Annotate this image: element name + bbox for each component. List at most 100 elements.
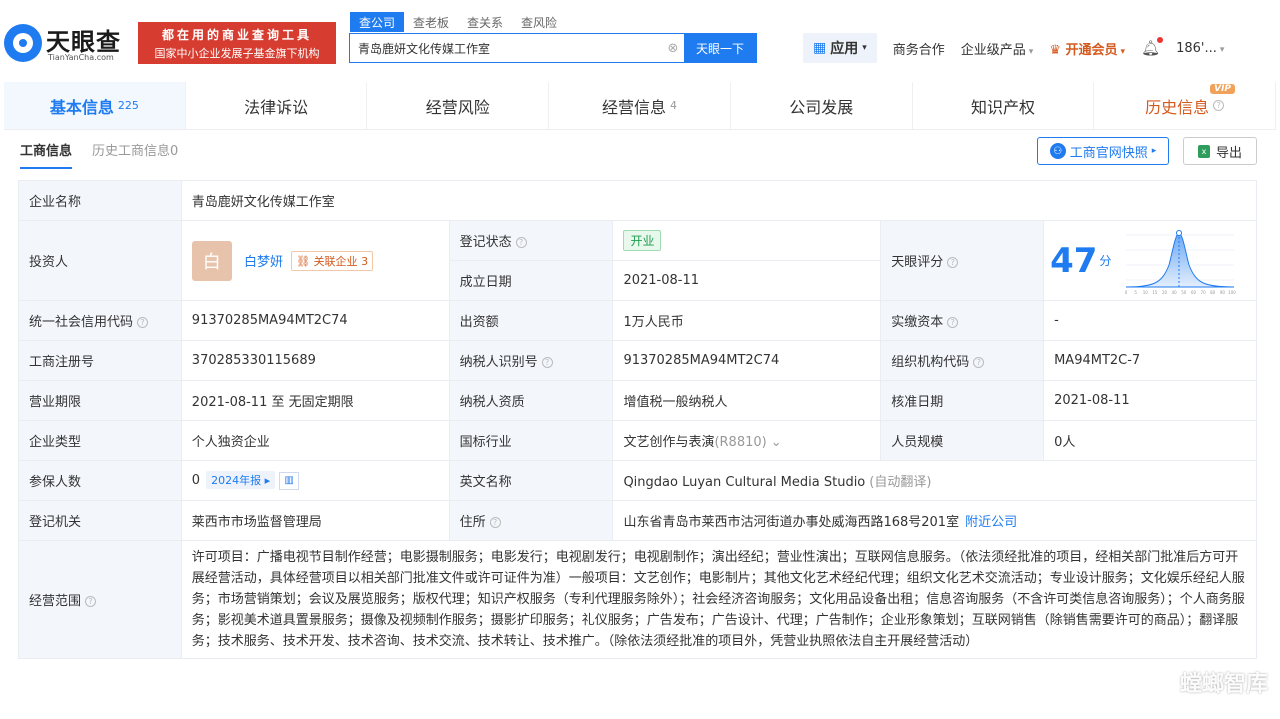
help-icon[interactable]: ?	[137, 317, 149, 328]
search-button[interactable]: 天眼一下	[684, 34, 756, 62]
tab-development[interactable]: 公司发展	[731, 82, 913, 129]
caret-down-icon: ▾	[1028, 46, 1034, 57]
label-score: 天眼评分?	[880, 220, 1045, 301]
paid-capital: -	[1043, 300, 1257, 341]
user-menu[interactable]: 186'... ▾	[1176, 41, 1224, 56]
search-tab-company[interactable]: 查公司	[350, 12, 405, 32]
help-icon[interactable]: ?	[947, 257, 959, 268]
watermark: 螳螂智库	[1179, 672, 1268, 697]
table-row: 企业类型 个人独资企业 国标行业 文艺创作与表演(R8810) ⌄ 人员规模 0人	[18, 420, 1257, 461]
help-icon[interactable]: ?	[489, 517, 501, 528]
crown-icon: ♛	[1049, 42, 1061, 58]
export-label: 导出	[1215, 145, 1242, 161]
address-cell: 山东省青岛市莱西市沽河街道办事处威海西路168号201室 附近公司	[612, 500, 1257, 541]
label-staff: 人员规模	[880, 420, 1045, 461]
related-count: 3	[361, 254, 369, 268]
english-name: Qingdao Luyan Cultural Media Studio	[623, 475, 866, 490]
label-credit-code: 统一社会信用代码?	[18, 300, 182, 341]
search-tabs: 查公司 查老板 查关系 查风险	[350, 12, 566, 32]
score-tick-label: 0	[1124, 290, 1127, 295]
investor-name[interactable]: 白梦妍	[244, 255, 283, 270]
help-icon[interactable]: ?	[85, 596, 97, 607]
help-icon[interactable]: ?	[947, 317, 959, 328]
enterprise-menu[interactable]: 企业级产品 ▾	[961, 39, 1034, 58]
label-authority: 登记机关	[18, 500, 182, 541]
search-box: ⊗ 天眼一下	[349, 33, 757, 63]
label-company-name: 企业名称	[18, 180, 182, 221]
official-snapshot-button[interactable]: ⚇ 工商官网快照 ▸	[1037, 137, 1169, 165]
export-button[interactable]: x 导出	[1183, 137, 1257, 165]
score-tick-label: 80	[1210, 290, 1216, 295]
bell-icon[interactable]: 🔔︎	[1141, 37, 1164, 57]
label-english: 英文名称	[448, 460, 614, 501]
year-report-dropdown[interactable]: 2024年报 ▸	[206, 471, 276, 490]
search-input[interactable]	[350, 34, 662, 62]
label-scope: 经营范围?	[18, 540, 182, 659]
related-label: 关联企业	[313, 254, 358, 268]
tab-history[interactable]: 历史信息? VIP	[1094, 82, 1277, 129]
main-tabs: 基本信息 225 法律诉讼 经营风险 经营信息 4 公司发展 知识产权 历史信息? V…	[4, 82, 1277, 130]
label-type: 企业类型	[18, 420, 182, 461]
industry-cell[interactable]: 文艺创作与表演(R8810) ⌄	[612, 420, 882, 461]
english-cell: Qingdao Luyan Cultural Media Studio (自动翻译…	[612, 460, 1257, 501]
tab-ip[interactable]: 知识产权	[913, 82, 1095, 129]
business-link[interactable]: 商务合作	[893, 39, 945, 58]
label-founded: 成立日期	[448, 260, 614, 301]
help-icon[interactable]: ?	[973, 357, 985, 368]
label-capital: 出资额	[448, 300, 614, 341]
company-type: 个人独资企业	[180, 420, 450, 461]
tab-legal[interactable]: 法律诉讼	[186, 82, 368, 129]
label-status: 登记状态?	[448, 220, 614, 261]
nearby-companies-link[interactable]: 附近公司	[965, 515, 1017, 530]
excel-icon: x	[1197, 144, 1210, 158]
credit-code: 91370285MA94MT2C74	[180, 300, 450, 341]
table-row: 企业名称 青岛鹿妍文化传媒工作室	[18, 180, 1258, 221]
investor-cell: 白 白梦妍 ⛓︎ 关联企业 3	[180, 220, 450, 301]
score-tick-label: 10	[1142, 290, 1148, 295]
tab-risk[interactable]: 经营风险	[367, 82, 550, 129]
label-term: 营业期限	[18, 380, 182, 421]
search-tab-risk[interactable]: 查风险	[512, 12, 566, 32]
subtab-history-business-info[interactable]: 历史工商信息0	[92, 140, 178, 169]
score-tick-label: 70	[1200, 290, 1206, 295]
link-icon: ⛓︎	[296, 254, 311, 268]
authority: 莱西市市场监督管理局	[180, 500, 450, 541]
caret-down-icon: ▾	[862, 43, 867, 53]
vip-menu[interactable]: ♛ 开通会员 ▾	[1049, 39, 1125, 58]
table-row: 工商注册号 370285330115689 纳税人识别号? 91370285MA…	[18, 340, 1257, 381]
logo-domain: TianYanCha.com	[48, 53, 114, 62]
scope-cell: 许可项目：广播电视节目制作经营；电影摄制服务；电影发行；电视剧发行；电视剧制作；…	[180, 540, 1258, 659]
bar-chart-icon[interactable]: ▥	[279, 471, 300, 490]
term: 2021-08-11 至 无固定期限	[180, 380, 450, 421]
tab-basic-info[interactable]: 基本信息 225	[4, 82, 186, 129]
status-label-text: 登记状态	[459, 235, 512, 250]
label-org-code: 组织机构代码?	[880, 340, 1045, 381]
tax-id: 91370285MA94MT2C74	[612, 340, 882, 381]
tab-label: 法律诉讼	[244, 97, 309, 117]
subtab-business-info[interactable]: 工商信息	[20, 140, 73, 169]
tab-label: 基本信息	[49, 97, 114, 117]
apps-menu-button[interactable]: ▦ 应用 ▾	[803, 33, 877, 63]
logo[interactable]: 天眼查 TianYanCha.com	[4, 22, 136, 66]
user-label: 186'...	[1176, 40, 1217, 56]
tab-operation[interactable]: 经营信息 4	[549, 82, 731, 129]
help-icon[interactable]: ?	[515, 237, 527, 248]
chevron-right-icon: ▸	[1151, 146, 1157, 156]
table-row: 参保人数 0 2024年报 ▸ ▥ 英文名称 Qingdao Luyan Cultu…	[18, 460, 1257, 501]
notification-dot	[1157, 37, 1164, 43]
avatar[interactable]: 白	[191, 240, 232, 281]
address: 山东省青岛市莱西市沽河街道办事处威海西路168号201室	[623, 515, 960, 530]
score-tick-label: 100	[1228, 290, 1236, 295]
clear-icon[interactable]: ⊗	[662, 34, 684, 62]
related-companies-badge[interactable]: ⛓︎ 关联企业 3	[291, 250, 374, 271]
tab-label: 知识产权	[970, 97, 1035, 117]
search-tab-boss[interactable]: 查老板	[404, 12, 458, 32]
help-icon[interactable]: ?	[541, 357, 553, 368]
help-icon: ?	[1213, 100, 1225, 111]
score-cell[interactable]: 47 分 0 5 10 15 20 40 50 60 70 80 90 100	[1043, 220, 1257, 301]
status-cell: 开业	[612, 220, 882, 261]
table-row: 经营范围? 许可项目：广播电视节目制作经营；电影摄制服务；电影发行；电视剧发行；…	[18, 540, 1258, 659]
tab-label: 公司发展	[789, 97, 854, 117]
search-tab-relation[interactable]: 查关系	[458, 12, 512, 32]
caret-down-icon: ▾	[1120, 46, 1126, 57]
